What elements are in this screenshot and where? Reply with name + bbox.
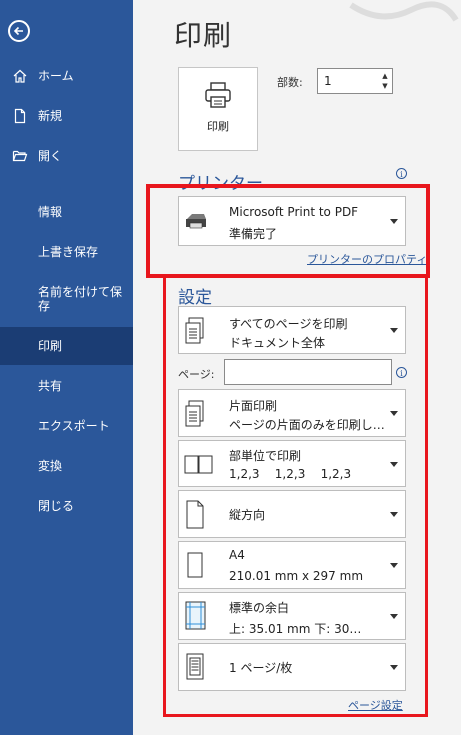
copies-spinner[interactable]: ▲ ▼	[381, 71, 389, 91]
back-arrow-icon[interactable]	[8, 20, 30, 42]
sidebar-item-label: 変換	[38, 459, 63, 473]
sidebar-item-save[interactable]: 上書き保存	[0, 233, 133, 271]
sidebar-item-label: 印刷	[38, 339, 63, 353]
print-panel: 印刷 印刷 部数: 1 ▲ ▼ プリンター i Microsoft Print …	[133, 0, 461, 735]
printer-info-icon[interactable]: i	[396, 168, 407, 179]
sidebar-item-label: 情報	[38, 205, 63, 219]
print-button-label: 印刷	[207, 120, 229, 133]
print-button[interactable]: 印刷	[178, 67, 258, 151]
sidebar-item-label: 閉じる	[38, 499, 75, 513]
copies-label: 部数:	[277, 76, 303, 89]
printer-icon	[205, 82, 231, 108]
backstage-sidebar: ホーム 新規 開く 情報 上書き保存 名前を付けて保存 印刷 共有 エクスポート…	[0, 0, 133, 735]
sidebar-item-label: 共有	[38, 379, 63, 393]
page-title: 印刷	[174, 19, 233, 52]
sidebar-item-open[interactable]: 開く	[0, 137, 133, 175]
sidebar-item-label: ホーム	[38, 69, 74, 83]
sidebar-item-share[interactable]: 共有	[0, 367, 133, 405]
sidebar-item-close[interactable]: 閉じる	[0, 487, 133, 525]
open-folder-icon	[12, 148, 28, 164]
sidebar-item-save-as[interactable]: 名前を付けて保存	[0, 277, 133, 321]
sidebar-item-label: 名前を付けて保存	[38, 285, 123, 313]
sidebar-item-label: 開く	[38, 149, 63, 163]
sidebar-item-info[interactable]: 情報	[0, 193, 133, 231]
sidebar-item-new[interactable]: 新規	[0, 97, 133, 135]
spin-up-icon[interactable]: ▲	[381, 71, 389, 81]
sidebar-item-label: エクスポート	[38, 419, 110, 433]
printer-highlight-box	[146, 184, 430, 278]
sidebar-item-home[interactable]: ホーム	[0, 57, 133, 95]
sidebar-item-print[interactable]: 印刷	[0, 327, 133, 365]
home-icon	[12, 68, 28, 84]
new-document-icon	[12, 108, 28, 124]
sidebar-item-transform[interactable]: 変換	[0, 447, 133, 485]
sidebar-item-label: 上書き保存	[38, 245, 99, 259]
settings-highlight-box	[163, 274, 428, 717]
spin-down-icon[interactable]: ▼	[381, 81, 389, 91]
copies-value: 1	[324, 74, 332, 88]
background-decoration	[349, 1, 459, 22]
copies-input[interactable]: 1 ▲ ▼	[317, 68, 393, 94]
sidebar-item-export[interactable]: エクスポート	[0, 407, 133, 445]
sidebar-item-label: 新規	[38, 109, 63, 123]
